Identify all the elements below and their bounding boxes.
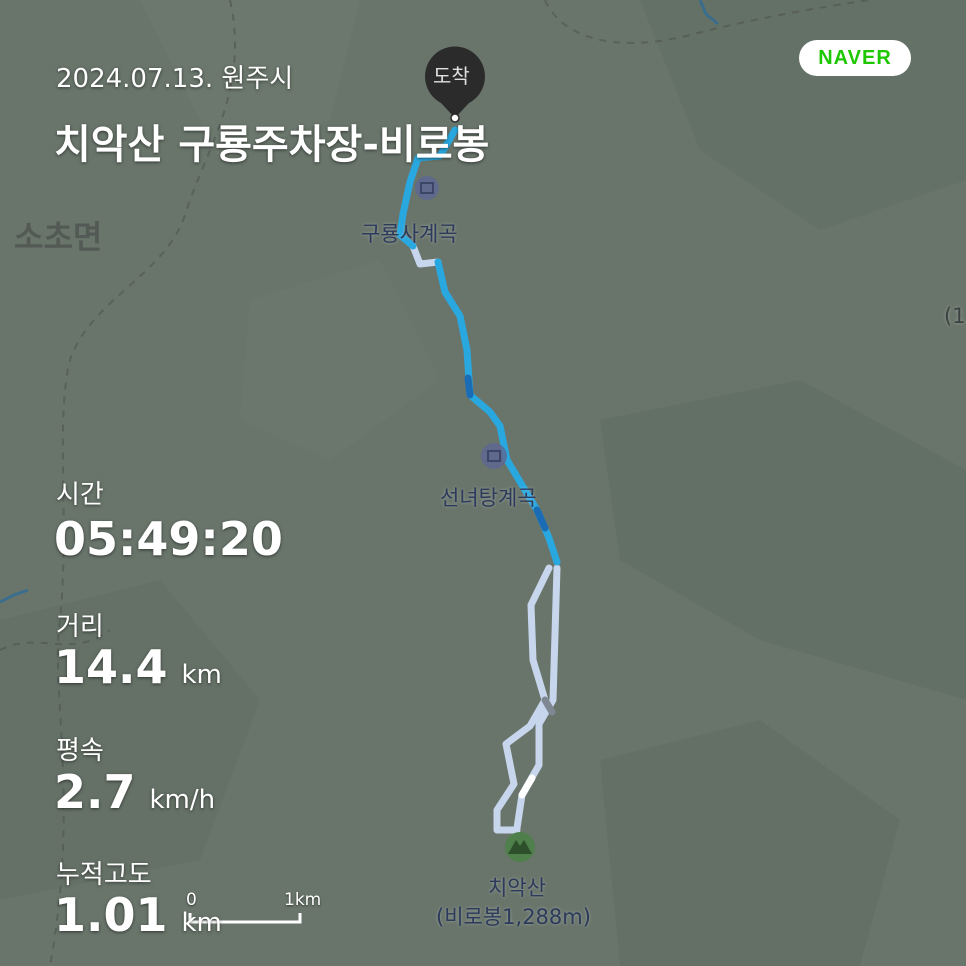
elevation-value: 1.01 xyxy=(54,888,168,942)
elevation-unit: km xyxy=(181,908,222,938)
region-label: 소초면 xyxy=(14,218,103,256)
mountain-summit-icon xyxy=(505,832,535,862)
time-value: 05:49:20 xyxy=(54,512,283,566)
guryong-poi-icon xyxy=(415,176,439,200)
map-view[interactable]: 2024.07.13. 원주시 치악산 구룡주차장-비로봉 소초면 (1 구룡사… xyxy=(0,0,966,966)
elevation-label: 누적고도 xyxy=(56,860,152,890)
route-title: 치악산 구룡주차장-비로봉 xyxy=(54,122,490,168)
seonnyeotang-poi-icon xyxy=(481,443,507,469)
edge-label: (1 xyxy=(944,304,966,328)
speed-unit: km/h xyxy=(149,785,216,815)
arrival-marker-label: 도착 xyxy=(433,64,470,88)
speed-value: 2.7 xyxy=(54,765,136,819)
speed-stat: 2.7 km/h xyxy=(54,765,215,819)
scale-zero-label: 0 xyxy=(186,890,197,910)
place-guryong-valley: 구룡사계곡 xyxy=(361,222,458,246)
date-city: 2024.07.13. 원주시 xyxy=(56,64,294,94)
distance-label: 거리 xyxy=(56,612,104,642)
distance-stat: 14.4 km xyxy=(54,640,222,694)
place-seonnyeotang-valley: 선녀탕계곡 xyxy=(440,486,537,510)
place-summit-detail: (비로봉1,288m) xyxy=(436,905,591,929)
speed-label: 평속 xyxy=(56,736,104,766)
naver-logo: NAVER xyxy=(799,40,911,76)
distance-value: 14.4 xyxy=(54,640,168,694)
distance-unit: km xyxy=(181,660,222,690)
time-label: 시간 xyxy=(56,480,104,510)
place-summit-name: 치악산 xyxy=(488,876,546,900)
scale-max-label: 1km xyxy=(284,890,322,910)
